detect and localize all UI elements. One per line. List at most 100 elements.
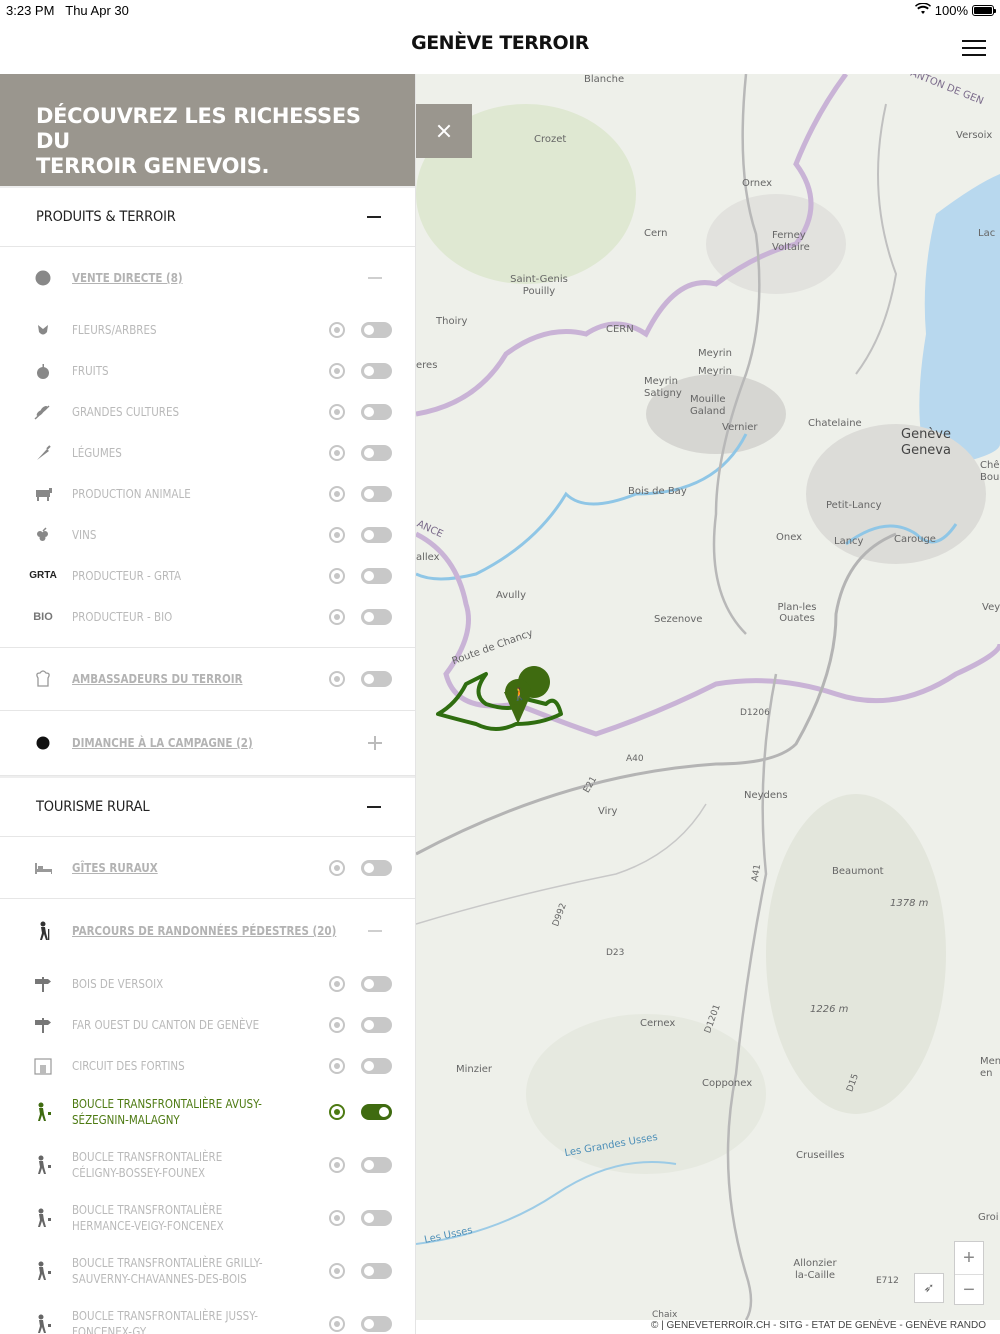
toggle-switch[interactable] xyxy=(361,608,392,625)
list-item[interactable]: FLEURS/ARBRES xyxy=(0,309,415,350)
hills-south xyxy=(526,1014,766,1174)
locate-target-icon[interactable] xyxy=(329,975,345,992)
map-label: Lancy xyxy=(834,536,864,547)
map-view[interactable]: 🚶 Blanche Crozet Ornex Versoix Cern Fern… xyxy=(416,74,1000,1320)
locate-target-icon[interactable] xyxy=(329,1016,345,1033)
category-parcours[interactable]: PARCOURS DE RANDONNÉES PÉDESTRES (20) xyxy=(0,899,415,963)
category-label[interactable]: AMBASSADEURS DU TERROIR xyxy=(72,672,243,686)
locate-target-icon[interactable] xyxy=(329,403,345,420)
list-item[interactable]: CIRCUIT DES FORTINS xyxy=(0,1045,415,1086)
toggle-switch[interactable] xyxy=(361,321,392,338)
wheat-icon xyxy=(34,403,52,421)
list-item[interactable]: BOUCLE TRANSFRONTALIÈRE JUSSY-FONCENEX-G… xyxy=(0,1297,415,1334)
list-item[interactable]: BOIS DE VERSOIX xyxy=(0,963,415,1004)
map-label: CERN xyxy=(606,324,634,335)
toggle-switch[interactable] xyxy=(361,1104,392,1120)
item-label: PRODUCTION ANIMALE xyxy=(72,486,191,501)
locate-target-icon[interactable] xyxy=(329,608,345,625)
toggle-switch[interactable] xyxy=(361,671,392,687)
collapse-icon[interactable] xyxy=(368,930,382,932)
list-item[interactable]: GRTA PRODUCTEUR - GRTA xyxy=(0,555,415,596)
locate-target-icon[interactable] xyxy=(329,362,345,379)
collapse-icon[interactable] xyxy=(367,216,381,218)
list-item[interactable]: FAR OUEST DU CANTON DE GENÈVE xyxy=(0,1004,415,1045)
section-produits[interactable]: PRODUITS & TERROIR xyxy=(0,186,415,247)
list-item[interactable]: GRANDES CULTURES xyxy=(0,391,415,432)
map-label: D1206 xyxy=(740,708,770,718)
locate-target-icon[interactable] xyxy=(329,526,345,543)
list-item[interactable]: VINS xyxy=(0,514,415,555)
toggle-switch[interactable] xyxy=(361,362,392,379)
locate-target-icon[interactable] xyxy=(329,1104,345,1120)
toggle-switch[interactable] xyxy=(361,444,392,461)
category-vente-directe[interactable]: VENTE DIRECTE (8) xyxy=(0,247,415,309)
filter-panel: DÉCOUVREZ LES RICHESSES DU TERROIR GENEV… xyxy=(0,74,416,1334)
locate-compass-icon[interactable]: ➶ xyxy=(914,1273,944,1303)
list-item[interactable]: BOUCLE TRANSFRONTALIÈRE GRILLY-SAUVERNY-… xyxy=(0,1244,415,1297)
collapse-icon[interactable] xyxy=(368,277,382,279)
section-tourisme[interactable]: TOURISME RURAL xyxy=(0,776,415,837)
toggle-switch[interactable] xyxy=(361,526,392,543)
menu-icon[interactable] xyxy=(962,40,986,56)
category-label[interactable]: VENTE DIRECTE (8) xyxy=(72,271,183,285)
map-label: Vernier xyxy=(722,422,758,433)
toggle-switch[interactable] xyxy=(361,1262,392,1279)
item-label: PRODUCTEUR - BIO xyxy=(72,609,173,624)
item-label: GRANDES CULTURES xyxy=(72,404,180,419)
locate-target-icon[interactable] xyxy=(329,567,345,584)
mont-saleve xyxy=(766,794,946,1114)
toggle-switch[interactable] xyxy=(361,1156,392,1173)
locate-target-icon[interactable] xyxy=(329,1262,345,1279)
map-label: Viry xyxy=(598,806,618,817)
collapse-icon[interactable] xyxy=(367,806,381,808)
locate-target-icon[interactable] xyxy=(329,485,345,502)
list-item[interactable]: LÉGUMES xyxy=(0,432,415,473)
toggle-switch[interactable] xyxy=(361,975,392,992)
circle-black-icon xyxy=(34,734,52,752)
list-item[interactable]: FRUITS xyxy=(0,350,415,391)
locate-target-icon[interactable] xyxy=(329,444,345,461)
close-panel-button[interactable] xyxy=(416,104,472,158)
toggle-switch[interactable] xyxy=(361,1016,392,1033)
list-item[interactable]: BOUCLE TRANSFRONTALIÈRE HERMANCE-VEIGY-F… xyxy=(0,1191,415,1244)
map-label: D23 xyxy=(606,948,625,958)
toggle-switch[interactable] xyxy=(361,859,392,876)
toggle-switch[interactable] xyxy=(361,1315,392,1332)
map-label: Lac xyxy=(978,228,996,239)
brand-logo[interactable]: GENÈVE TERROIR xyxy=(0,32,1000,54)
map-label: Mouille Galand xyxy=(690,394,726,417)
hiker-icon xyxy=(34,1314,52,1333)
toggle-switch[interactable] xyxy=(361,403,392,420)
category-ambassadeurs[interactable]: AMBASSADEURS DU TERROIR xyxy=(0,648,415,710)
grapes-icon xyxy=(34,526,52,544)
category-dimanche[interactable]: DIMANCHE À LA CAMPAGNE (2) xyxy=(0,711,415,775)
locate-target-icon[interactable] xyxy=(329,321,345,338)
list-item-active[interactable]: BOUCLE TRANSFRONTALIÈRE AVUSY-SÉZEGNIN-M… xyxy=(0,1086,415,1138)
expand-icon[interactable] xyxy=(368,736,382,750)
map-canvas[interactable]: 🚶 xyxy=(416,74,1000,1320)
signpost-icon xyxy=(34,1016,52,1034)
map-label: Beaumont xyxy=(832,866,884,877)
category-gites[interactable]: GÎTES RURAUX xyxy=(0,837,415,898)
category-label[interactable]: PARCOURS DE RANDONNÉES PÉDESTRES (20) xyxy=(72,924,336,938)
zoom-out-button[interactable]: − xyxy=(955,1274,983,1306)
locate-target-icon[interactable] xyxy=(329,1057,345,1074)
locate-target-icon[interactable] xyxy=(329,1315,345,1332)
category-label[interactable]: GÎTES RURAUX xyxy=(72,861,158,875)
locate-target-icon[interactable] xyxy=(329,1209,345,1226)
locate-target-icon[interactable] xyxy=(329,1156,345,1173)
toggle-switch[interactable] xyxy=(361,1057,392,1074)
locate-target-icon[interactable] xyxy=(329,859,345,876)
toggle-switch[interactable] xyxy=(361,567,392,584)
list-item[interactable]: BOUCLE TRANSFRONTALIÈRE CÉLIGNY-BOSSEY-F… xyxy=(0,1138,415,1191)
hiker-icon xyxy=(34,1261,52,1280)
zoom-in-button[interactable]: + xyxy=(955,1242,983,1274)
category-label[interactable]: DIMANCHE À LA CAMPAGNE (2) xyxy=(72,736,253,750)
item-label: BOIS DE VERSOIX xyxy=(72,976,164,991)
list-item[interactable]: BIO PRODUCTEUR - BIO xyxy=(0,596,415,637)
locate-target-icon[interactable] xyxy=(329,671,345,687)
banner-line-2: TERROIR GENEVOIS. xyxy=(36,154,270,178)
list-item[interactable]: PRODUCTION ANIMALE xyxy=(0,473,415,514)
toggle-switch[interactable] xyxy=(361,485,392,502)
toggle-switch[interactable] xyxy=(361,1209,392,1226)
